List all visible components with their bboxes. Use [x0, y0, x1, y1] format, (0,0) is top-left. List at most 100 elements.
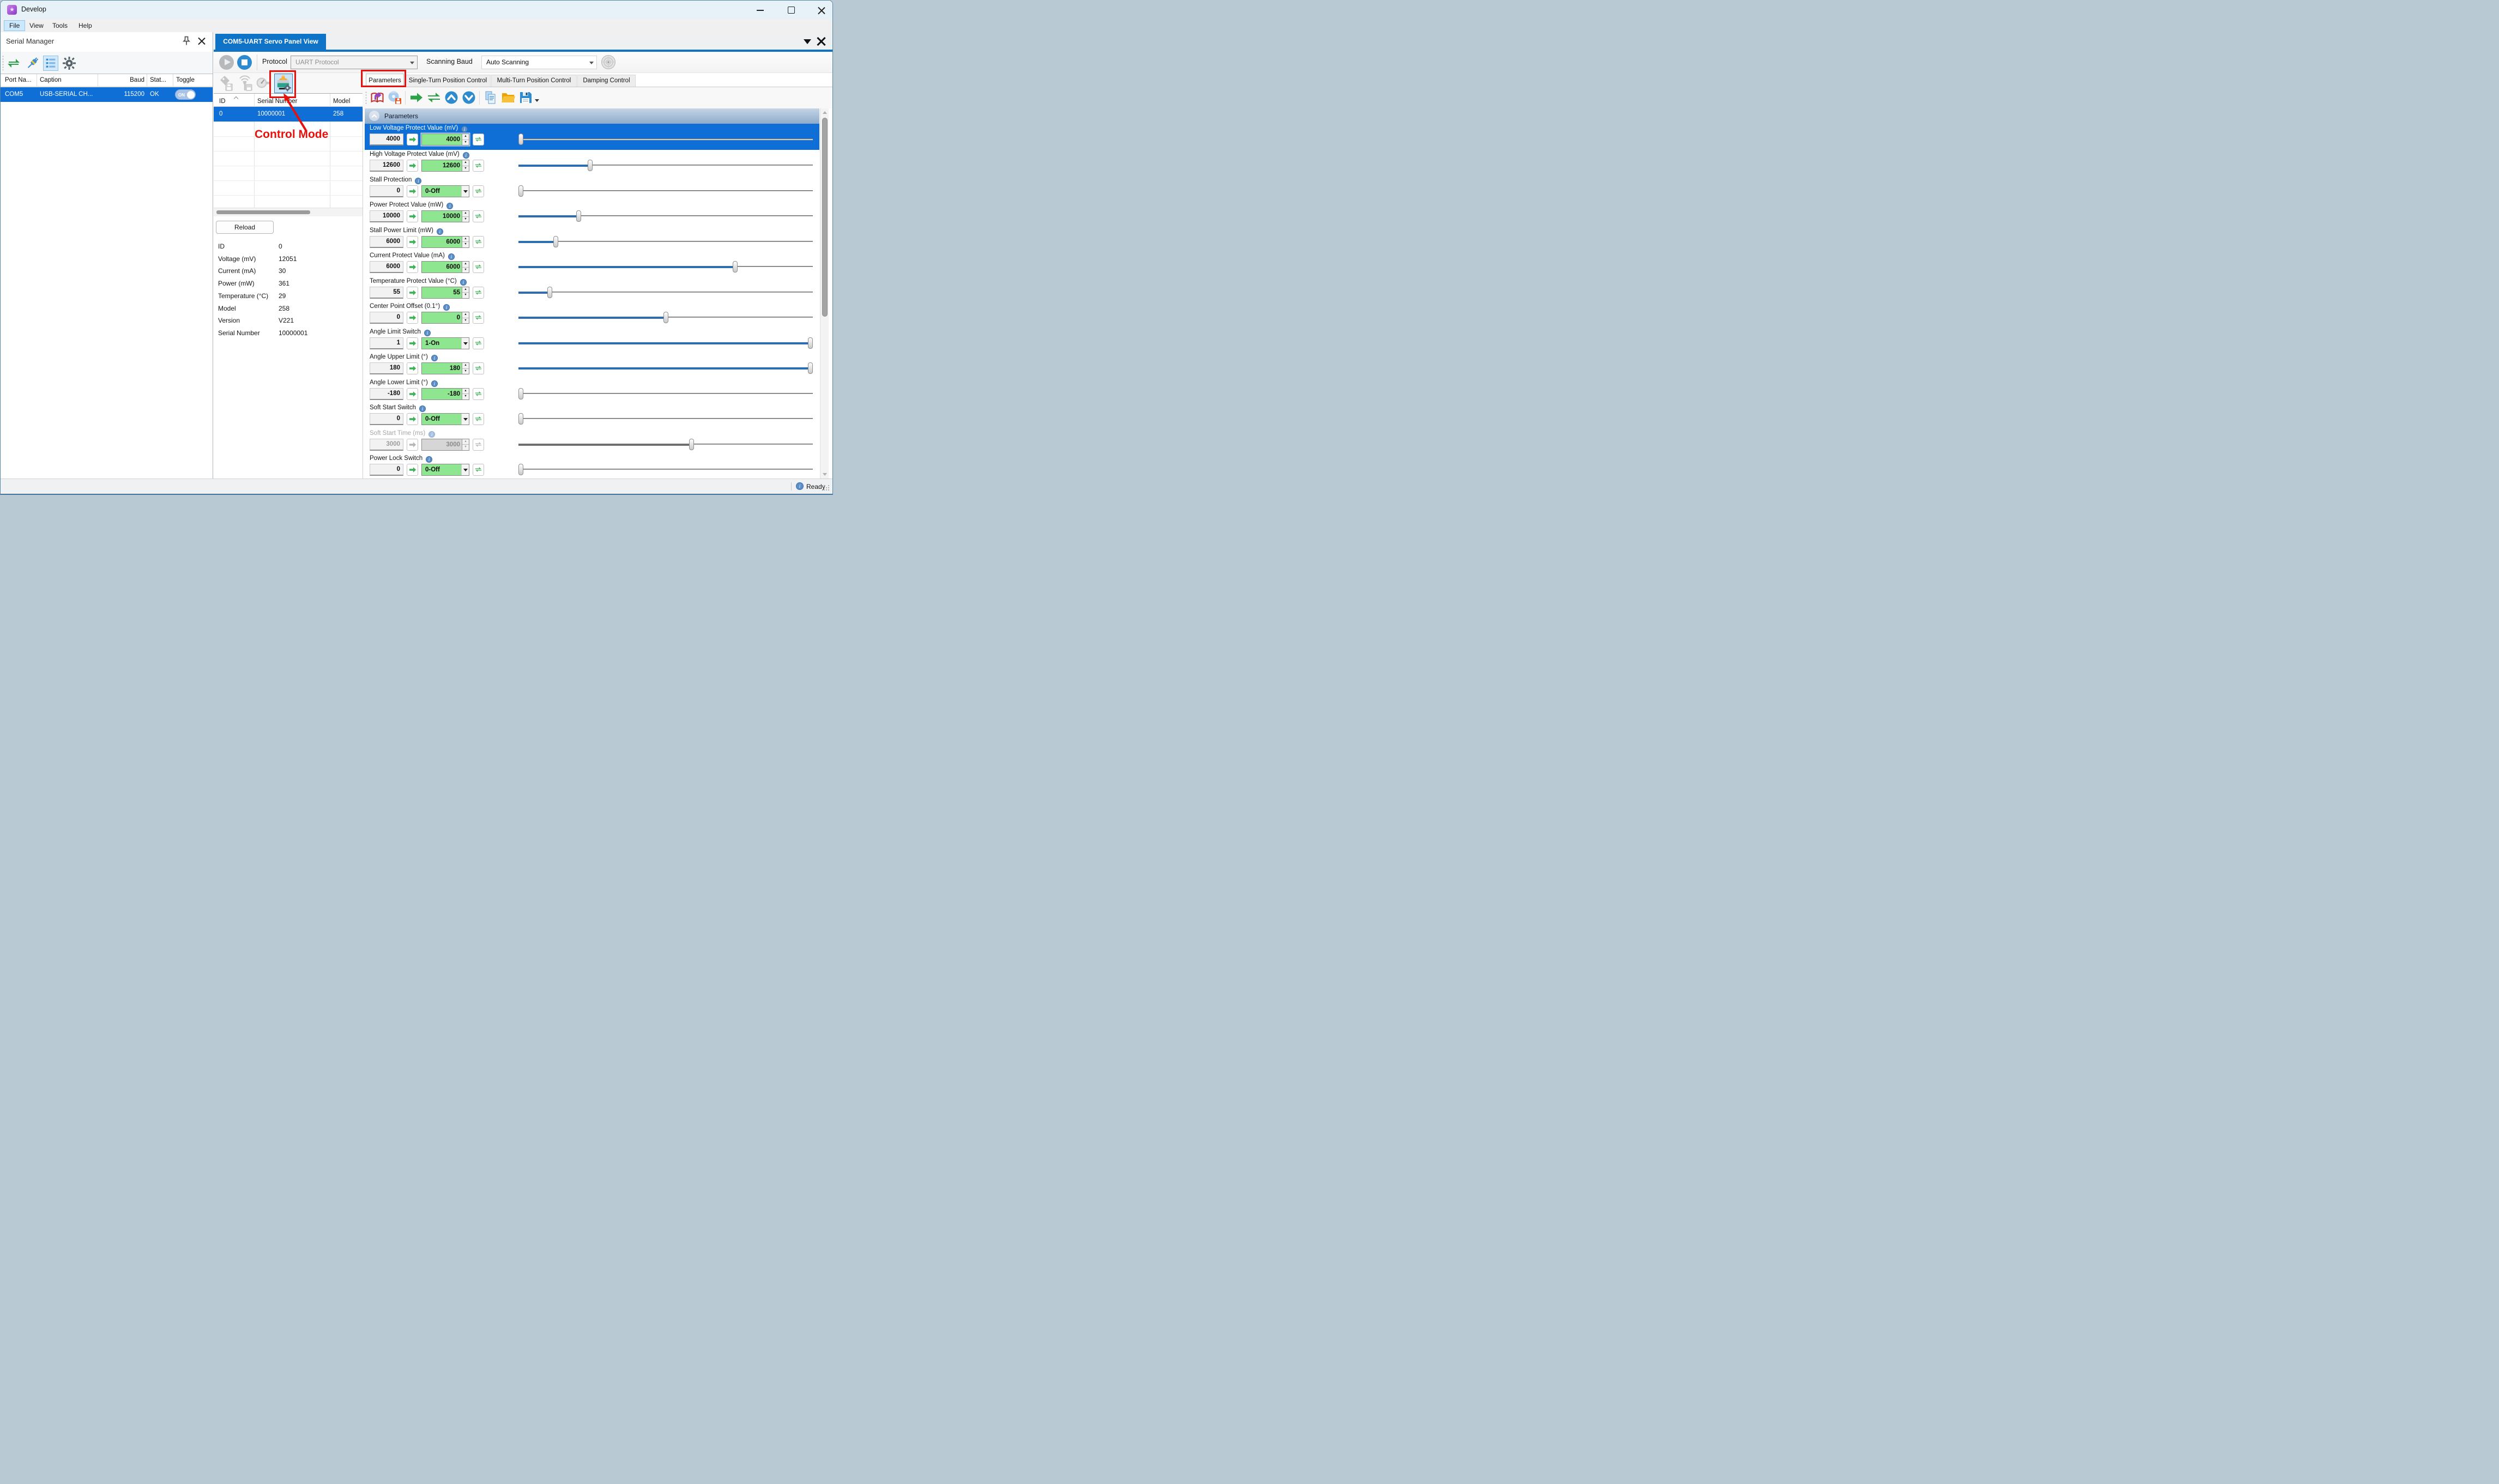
slider-handle[interactable]	[547, 287, 552, 298]
parameters-section-header[interactable]: Parameters	[365, 108, 819, 124]
sync-button[interactable]	[473, 261, 484, 273]
spin-up-icon[interactable]: ▲	[462, 211, 469, 217]
parameter-slider[interactable]	[518, 388, 813, 400]
spin-up-icon[interactable]: ▲	[462, 134, 469, 140]
sync-button[interactable]	[473, 160, 484, 172]
resize-grip[interactable]	[824, 485, 830, 492]
spin-up-icon[interactable]: ▲	[462, 439, 469, 445]
col-model[interactable]: Model	[333, 98, 350, 105]
sync-button[interactable]	[473, 134, 484, 146]
port-list-icon[interactable]	[43, 56, 58, 71]
col-status[interactable]: Stat...	[150, 77, 166, 83]
slider-handle[interactable]	[733, 261, 738, 272]
spin-up-icon[interactable]: ▲	[462, 389, 469, 395]
parameter-set-spinbox[interactable]: 10000▲▼	[421, 210, 469, 222]
parameter-slider[interactable]	[518, 134, 813, 146]
sync-button[interactable]	[473, 464, 484, 476]
parameter-slider[interactable]	[518, 464, 813, 476]
parameters-vscrollbar[interactable]	[820, 108, 829, 478]
parameter-slider[interactable]	[518, 413, 813, 425]
reload-button[interactable]: Reload	[216, 221, 274, 234]
col-toggle[interactable]: Toggle	[176, 77, 195, 83]
parameter-set-dropdown[interactable]: 0-Off	[421, 413, 469, 425]
sync-button[interactable]	[473, 236, 484, 248]
tab-damping[interactable]: Damping Control	[577, 75, 636, 87]
minimize-button[interactable]	[748, 1, 773, 19]
save-options-caret-icon[interactable]	[535, 99, 539, 102]
sync-button[interactable]	[473, 413, 484, 425]
apply-arrow-button[interactable]	[407, 388, 418, 400]
parameter-set-dropdown[interactable]: 1-On	[421, 337, 469, 349]
apply-arrow-button[interactable]	[407, 362, 418, 374]
parameter-set-spinbox[interactable]: 4000▲▼	[421, 134, 469, 146]
sync-icon[interactable]	[427, 90, 441, 105]
parameter-set-spinbox[interactable]: 180▲▼	[421, 362, 469, 374]
apply-arrow-button[interactable]	[407, 261, 418, 273]
parameter-set-dropdown[interactable]: 0-Off	[421, 464, 469, 476]
col-caption[interactable]: Caption	[40, 77, 62, 83]
serial-port-row[interactable]: COM5 USB-SERIAL CH... 115200 OK ON	[1, 87, 213, 102]
chevron-down-icon[interactable]	[461, 464, 469, 475]
apply-arrow-button[interactable]	[407, 210, 418, 222]
save-icon[interactable]	[518, 90, 533, 105]
parameter-slider[interactable]	[518, 287, 813, 299]
apply-arrow-button[interactable]	[407, 185, 418, 197]
parameter-slider[interactable]	[518, 312, 813, 324]
spin-up-icon[interactable]: ▲	[462, 237, 469, 243]
toolbar-drag-handle[interactable]	[2, 55, 4, 70]
sync-button[interactable]	[473, 362, 484, 374]
spin-down-icon[interactable]: ▼	[462, 293, 469, 298]
scrollbar-thumb[interactable]	[822, 118, 828, 317]
parameter-set-spinbox[interactable]: 6000▲▼	[421, 236, 469, 248]
spin-down-icon[interactable]: ▼	[462, 242, 469, 247]
spin-down-icon[interactable]: ▼	[462, 369, 469, 374]
stop-icon[interactable]	[237, 55, 252, 70]
scrollbar-thumb[interactable]	[216, 210, 310, 214]
toolbar-drag-handle[interactable]	[365, 91, 367, 105]
settings-gear-icon[interactable]	[62, 56, 77, 71]
menu-file[interactable]: File	[4, 20, 25, 31]
sync-button[interactable]	[473, 210, 484, 222]
disk-save-icon[interactable]	[388, 90, 402, 105]
copy-icon[interactable]	[484, 90, 498, 105]
maximize-button[interactable]	[778, 1, 804, 19]
slider-handle[interactable]	[518, 388, 523, 399]
connect-plug-icon[interactable]	[25, 56, 40, 71]
spin-down-icon[interactable]: ▼	[462, 394, 469, 399]
refresh-icon[interactable]	[6, 56, 21, 71]
col-baud[interactable]: Baud	[98, 77, 144, 83]
parameter-set-spinbox[interactable]: 55▲▼	[421, 287, 469, 299]
protocol-select[interactable]: UART Protocol	[291, 56, 418, 69]
apply-arrow-button[interactable]	[407, 236, 418, 248]
pin-icon[interactable]	[181, 35, 193, 47]
apply-arrow-button[interactable]	[407, 464, 418, 476]
device-table-hscrollbar[interactable]	[214, 208, 363, 216]
sync-button[interactable]	[473, 337, 484, 349]
spin-up-icon[interactable]: ▲	[462, 312, 469, 318]
menu-tools[interactable]: Tools	[47, 20, 73, 31]
menu-view[interactable]: View	[25, 20, 49, 31]
spin-up-icon[interactable]: ▲	[462, 363, 469, 369]
parameter-slider[interactable]	[518, 362, 813, 374]
spin-up-icon[interactable]: ▲	[462, 160, 469, 166]
slider-handle[interactable]	[518, 134, 523, 145]
scroll-down-icon[interactable]	[823, 473, 827, 476]
chevron-down-icon[interactable]	[461, 338, 469, 349]
scroll-up-icon[interactable]	[823, 111, 827, 114]
slider-handle[interactable]	[553, 236, 558, 247]
slider-handle[interactable]	[808, 337, 813, 349]
spin-up-icon[interactable]: ▲	[462, 287, 469, 293]
col-port[interactable]: Port Na...	[5, 77, 32, 83]
upload-circle-icon[interactable]	[444, 90, 458, 105]
apply-arrow-button[interactable]	[407, 134, 418, 146]
spin-down-icon[interactable]: ▼	[462, 217, 469, 222]
col-id[interactable]: ID	[219, 98, 226, 105]
apply-arrow-button[interactable]	[407, 337, 418, 349]
export-book-icon[interactable]	[370, 90, 384, 105]
spin-down-icon[interactable]: ▼	[462, 445, 469, 450]
parameter-slider[interactable]	[518, 185, 813, 197]
spin-up-icon[interactable]: ▲	[462, 262, 469, 268]
slider-handle[interactable]	[518, 464, 523, 475]
open-folder-icon[interactable]	[501, 90, 515, 105]
download-circle-icon[interactable]	[462, 90, 476, 105]
